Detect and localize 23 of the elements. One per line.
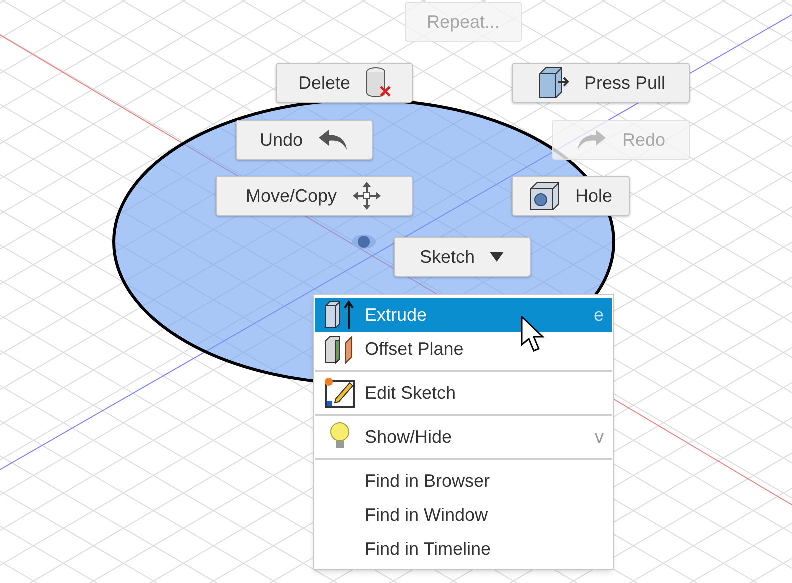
- menu-item[interactable]: Edit Sketch: [315, 376, 612, 410]
- menu-item[interactable]: Offset Plane: [315, 332, 612, 366]
- cylinder-delete-icon: [364, 67, 391, 99]
- menu-item[interactable]: Find in Timeline: [315, 532, 612, 566]
- marking-menu-button[interactable]: Delete: [276, 63, 413, 103]
- edit-sketch-icon: [324, 377, 356, 409]
- redo-arrow-icon: [576, 128, 608, 152]
- box-hole-icon: [529, 180, 562, 212]
- cursor-icon: [521, 316, 547, 354]
- marking-menu-button[interactable]: Hole: [512, 176, 630, 216]
- marking-menu-button[interactable]: Undo: [236, 120, 373, 160]
- move-arrows-icon: [351, 180, 384, 212]
- menu-item[interactable]: Find in Browser: [315, 464, 612, 498]
- marking-menu-button[interactable]: Press Pull: [512, 63, 690, 103]
- extrude-icon: [324, 300, 356, 330]
- menu-item[interactable]: Find in Window: [315, 498, 612, 532]
- dropdown-arrow-icon: [489, 251, 506, 263]
- menu-item[interactable]: Show/Hide v: [315, 420, 612, 454]
- marking-menu-button[interactable]: Sketch: [394, 237, 531, 277]
- undo-arrow-icon: [317, 128, 350, 152]
- marking-menu-button[interactable]: Move/Copy: [216, 176, 413, 216]
- center-point: [352, 235, 376, 249]
- menu-item[interactable]: Extrude e: [315, 298, 612, 332]
